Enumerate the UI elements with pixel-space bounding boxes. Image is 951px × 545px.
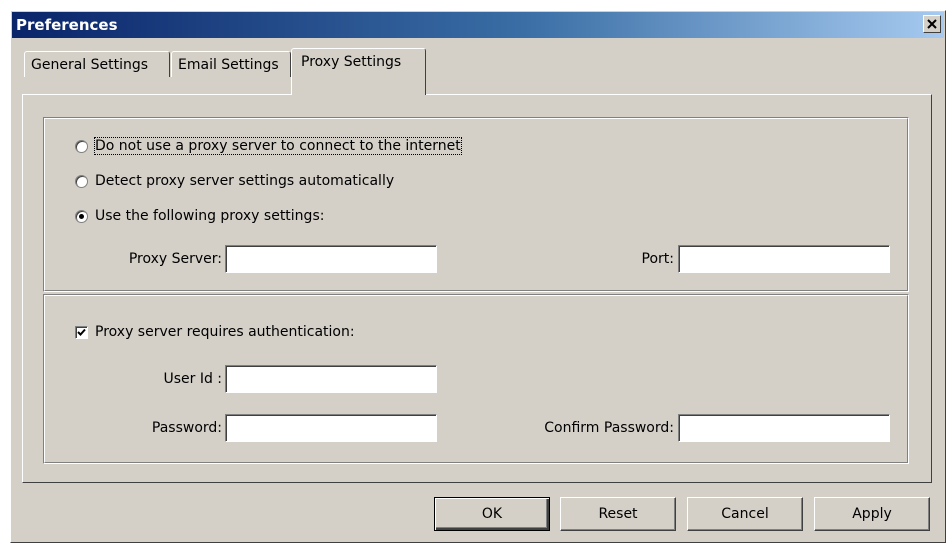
radio-button[interactable] — [75, 209, 88, 223]
window-title: Preferences — [16, 16, 118, 34]
auth-required-checkbox-row[interactable]: Proxy server requires authentication: — [75, 324, 355, 340]
apply-button[interactable]: Apply — [814, 497, 930, 531]
proxy-settings-panel: Do not use a proxy server to connect to … — [22, 94, 932, 483]
radio-no-proxy[interactable]: Do not use a proxy server to connect to … — [75, 137, 462, 155]
checkmark-icon — [77, 328, 86, 336]
radio-label: Do not use a proxy server to connect to … — [94, 137, 462, 155]
proxy-server-input[interactable] — [225, 245, 437, 273]
port-label: Port: — [641, 251, 674, 267]
ok-button[interactable]: OK — [434, 497, 550, 531]
authentication-group: Proxy server requires authentication: Us… — [43, 294, 909, 464]
radio-detect-proxy[interactable]: Detect proxy server settings automatical… — [75, 173, 394, 189]
tab-proxy-settings[interactable]: Proxy Settings — [291, 48, 426, 95]
tab-label: Proxy Settings — [301, 54, 402, 70]
radio-button[interactable] — [75, 174, 88, 188]
password-label: Password: — [151, 420, 222, 436]
radio-label: Detect proxy server settings automatical… — [95, 173, 395, 189]
confirm-password-input[interactable] — [678, 414, 890, 442]
proxy-server-label: Proxy Server: — [128, 251, 222, 267]
close-button[interactable] — [923, 15, 941, 33]
checkbox-label: Proxy server requires authentication: — [95, 324, 355, 340]
radio-use-proxy[interactable]: Use the following proxy settings: — [75, 208, 324, 224]
cancel-button[interactable]: Cancel — [687, 497, 803, 531]
reset-button[interactable]: Reset — [560, 497, 676, 531]
auth-required-checkbox[interactable] — [75, 325, 88, 339]
radio-label: Use the following proxy settings: — [95, 208, 325, 224]
close-icon — [927, 19, 937, 29]
tab-email-settings[interactable]: Email Settings — [171, 51, 291, 77]
user-id-label: User Id : — [163, 371, 222, 387]
tab-general-settings[interactable]: General Settings — [24, 51, 170, 77]
tab-label: General Settings — [31, 57, 149, 73]
radio-button[interactable] — [75, 139, 88, 153]
password-input[interactable] — [225, 414, 437, 442]
tab-label: Email Settings — [178, 57, 279, 73]
proxy-options-group: Do not use a proxy server to connect to … — [43, 117, 909, 292]
title-bar[interactable]: Preferences — [12, 12, 944, 38]
port-input[interactable] — [678, 245, 890, 273]
confirm-password-label: Confirm Password: — [544, 420, 674, 436]
user-id-input[interactable] — [225, 365, 437, 393]
